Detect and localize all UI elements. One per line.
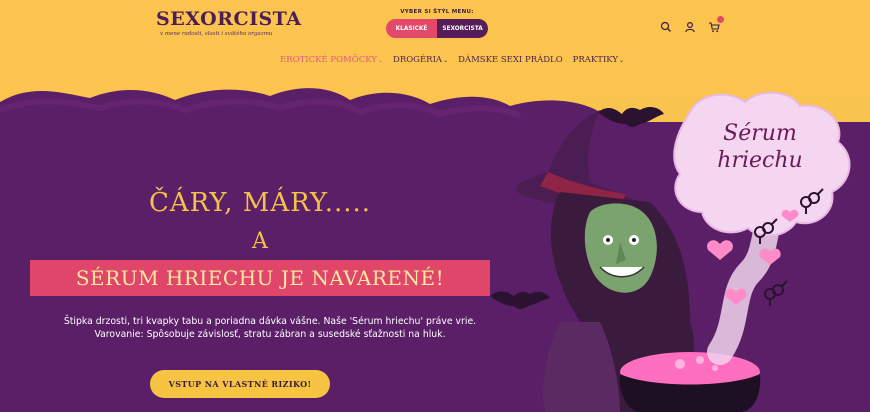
hero-headline-line3: SÉRUM HRIECHU JE NAVARENÉ! (30, 260, 490, 296)
bubble-title-line1: Sérum (723, 121, 797, 146)
hero-description-line2: Varovanie: Spôsobuje závislosť, stratu z… (94, 329, 446, 340)
hero-banner: Sérum hriechu ČÁRY, MÁRY..... A SÉRUM HR… (0, 82, 870, 412)
header-icons (660, 16, 724, 33)
nav-item-label: DROGÉRIA (393, 55, 443, 65)
bubble-title-line2: hriechu (717, 148, 803, 173)
hero-headline-line2: A (252, 229, 268, 254)
user-icon[interactable] (684, 18, 696, 33)
menu-style-classic-button[interactable]: KLASICKÉ (386, 19, 437, 38)
menu-switch-label: VYBER SI ŠTÝL MENU: (400, 9, 474, 15)
chevron-down-icon: ⌄ (619, 57, 625, 64)
menu-style-sexorcista-button[interactable]: SEXORCISTA (437, 19, 488, 38)
nav-item-label: PRAKTIKY (572, 55, 619, 65)
nav-item-praktiky[interactable]: PRAKTIKY⌄ (573, 55, 624, 65)
cta-button[interactable]: VSTUP NA VLASTNÉ RIZIKO! (150, 370, 330, 398)
nav-item-label: EROTICKÉ POMÔCKY (280, 55, 377, 65)
hero-description: Štipka drzosti, tri kvapky tabu a poriad… (40, 315, 500, 341)
logo-text: SEXORCISTA (156, 8, 302, 30)
bubble-title: Sérum hriechu (690, 120, 830, 174)
hero-description-line1: Štipka drzosti, tri kvapky tabu a poriad… (63, 316, 477, 327)
nav-item-damske-sexi-pradlo[interactable]: DÁMSKE SEXI PRÁDLO (458, 55, 563, 65)
logo-tagline: v mene radosti, slasti i svätého orgazmu (160, 31, 273, 37)
logo[interactable]: SEXORCISTA v mene radosti, slasti i svät… (156, 8, 302, 37)
chevron-down-icon: ⌄ (377, 57, 383, 64)
cart-count-badge (717, 16, 724, 23)
chevron-down-icon: ⌄ (443, 57, 449, 64)
nav-item-drogeria[interactable]: DROGÉRIA⌄ (393, 55, 448, 65)
search-icon[interactable] (660, 18, 672, 32)
nav-item-label: DÁMSKE SEXI PRÁDLO (458, 55, 563, 65)
nav-item-eroticke-pomocky[interactable]: EROTICKÉ POMÔCKY⌄ (280, 55, 383, 65)
page: SEXORCISTA v mene radosti, slasti i svät… (0, 0, 870, 412)
cart-icon[interactable] (708, 16, 724, 33)
hero-headline-line1: ČÁRY, MÁRY..... (148, 188, 372, 218)
main-nav: EROTICKÉ POMÔCKY⌄ DROGÉRIA⌄ DÁMSKE SEXI … (280, 55, 624, 65)
menu-style-toggle: KLASICKÉ SEXORCISTA (386, 19, 488, 38)
menu-style-switch: VYBER SI ŠTÝL MENU: KLASICKÉ SEXORCISTA (386, 9, 488, 38)
